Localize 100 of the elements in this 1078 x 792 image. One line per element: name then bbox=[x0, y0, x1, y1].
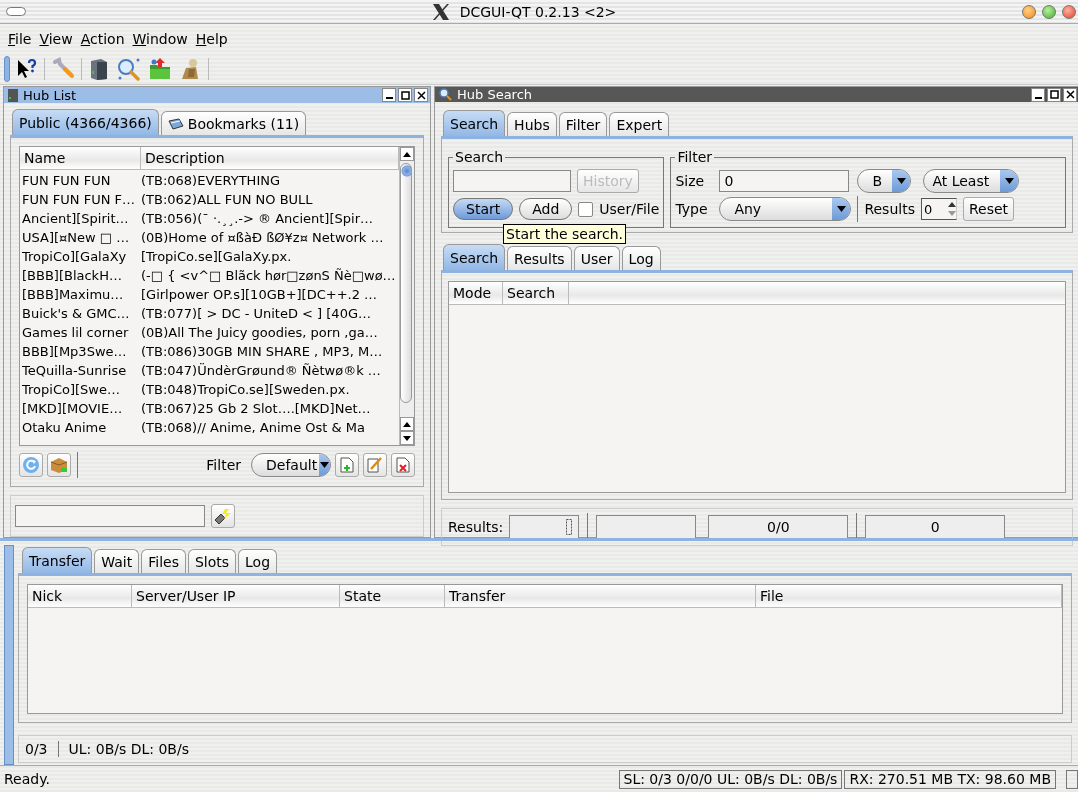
scroll-up-icon[interactable] bbox=[403, 151, 411, 157]
menu-item[interactable]: Window bbox=[128, 29, 192, 49]
new-filter-button[interactable] bbox=[335, 453, 359, 477]
filter-dropdown[interactable]: Default bbox=[251, 453, 331, 477]
window-menu-button[interactable] bbox=[6, 7, 26, 16]
slots-status: SL: 0/3 0/0/0 UL: 0B/s DL: 0B/s bbox=[618, 769, 843, 789]
unit-dropdown[interactable]: B bbox=[857, 169, 912, 193]
tab[interactable]: Public (4366/4366) bbox=[12, 109, 159, 135]
minimize-icon bbox=[1034, 96, 1042, 99]
table-cell-text: (TB:062)ALL FUN NO BULL bbox=[141, 192, 314, 207]
table-cell-text: [MKD][MOVIE… bbox=[21, 401, 124, 416]
table-cell-text: (TB:056)(¯ ·.¸¸.-> ® Ancient][Spir… bbox=[141, 211, 374, 226]
connect-button[interactable] bbox=[211, 504, 235, 528]
result-total: 0 bbox=[865, 515, 1006, 539]
type-label: Type bbox=[675, 201, 709, 217]
table-cell-text: [TropiCo.se][GalaXy.px. bbox=[141, 249, 293, 264]
column-header[interactable]: Mode bbox=[449, 282, 503, 304]
hub-address-field[interactable] bbox=[15, 505, 205, 527]
panel-title: Hub List bbox=[23, 87, 78, 103]
add-button[interactable]: Add bbox=[519, 198, 573, 220]
size-mode-dropdown[interactable]: At Least bbox=[923, 169, 1020, 193]
tab[interactable]: User bbox=[573, 246, 620, 270]
search-icon bbox=[439, 88, 452, 101]
caret-icon bbox=[320, 462, 330, 468]
refresh-icon bbox=[22, 456, 40, 474]
tab[interactable]: Hubs bbox=[507, 112, 557, 136]
table-cell-text: (TB:048)TropiCo.se][Sweden.px. bbox=[141, 382, 351, 397]
server-icon bbox=[8, 88, 18, 102]
tab[interactable]: Results bbox=[507, 246, 572, 270]
menu-item[interactable]: Help bbox=[191, 29, 232, 49]
close-icon bbox=[416, 90, 426, 100]
refresh-button[interactable] bbox=[19, 453, 43, 477]
menu-item[interactable]: View bbox=[35, 29, 77, 49]
column-header[interactable]: Nick bbox=[28, 585, 132, 607]
search-icon[interactable] bbox=[116, 57, 142, 81]
search-field[interactable] bbox=[453, 170, 571, 192]
close-icon bbox=[1065, 90, 1075, 99]
scroll-down-icon[interactable] bbox=[403, 435, 411, 441]
bracket-icon bbox=[566, 519, 573, 535]
scroll-up-icon[interactable] bbox=[403, 421, 411, 427]
edit-filter-button[interactable] bbox=[363, 453, 387, 477]
scrollbar[interactable] bbox=[399, 147, 414, 445]
maximize-button[interactable] bbox=[1047, 87, 1061, 102]
table-cell-text: TropiCo][GalaXy bbox=[21, 249, 128, 264]
filter-label: Filter bbox=[206, 457, 241, 473]
help-pointer-icon[interactable] bbox=[16, 58, 38, 80]
tab[interactable]: Search bbox=[443, 244, 506, 270]
scroll-thumb[interactable] bbox=[400, 163, 412, 403]
table-cell-text: FUN FUN FUN bbox=[21, 173, 112, 188]
tab[interactable]: Expert bbox=[609, 112, 670, 136]
checkbox[interactable] bbox=[578, 201, 594, 217]
menu-item[interactable]: File bbox=[4, 29, 36, 49]
tab[interactable]: Wait bbox=[94, 549, 140, 573]
traffic-status: RX: 270.51 MB TX: 98.60 MB bbox=[844, 769, 1056, 789]
column-header[interactable]: Search bbox=[503, 282, 569, 304]
table-cell-text: FUN FUN FUN F… bbox=[21, 192, 137, 207]
column-header[interactable]: Name bbox=[20, 147, 141, 169]
tab[interactable]: Files bbox=[141, 549, 186, 573]
menu-item[interactable]: Action bbox=[76, 29, 129, 49]
tab[interactable]: Filter bbox=[558, 112, 608, 136]
slot-count: 0/3 bbox=[25, 741, 48, 757]
minimize-button[interactable] bbox=[1031, 87, 1045, 102]
new-page-icon bbox=[340, 457, 354, 473]
minimize-button[interactable] bbox=[382, 88, 396, 102]
splitter-handle[interactable] bbox=[4, 545, 14, 765]
close-button[interactable] bbox=[1063, 87, 1077, 102]
start-button[interactable]: Start bbox=[453, 198, 514, 220]
toolbar-handle[interactable] bbox=[4, 56, 10, 82]
close-button[interactable] bbox=[414, 88, 428, 102]
tab[interactable]: Bookmarks (11) bbox=[160, 111, 307, 135]
result-count: 0/0 bbox=[708, 515, 849, 539]
column-header[interactable]: Transfer bbox=[445, 585, 756, 607]
tab[interactable]: Log bbox=[238, 549, 278, 573]
tab[interactable]: Slots bbox=[187, 549, 237, 573]
table-cell-text: TeQuilla-Sunrise bbox=[21, 363, 128, 378]
table-cell-text: [BBB][BlackH… bbox=[21, 268, 123, 283]
spin-arrows-icon[interactable] bbox=[947, 201, 956, 217]
maximize-button[interactable] bbox=[398, 88, 412, 102]
server-icon[interactable] bbox=[88, 57, 110, 81]
column-header[interactable]: State bbox=[340, 585, 445, 607]
delete-filter-button[interactable] bbox=[391, 453, 415, 477]
table-cell-text: [BBB]Maximu… bbox=[21, 287, 125, 302]
window-title: DCGUI-QT 0.2.13 <2> bbox=[459, 3, 617, 20]
results-spinbox[interactable]: 0 bbox=[920, 198, 957, 220]
group-title: Filter bbox=[676, 149, 714, 165]
column-header[interactable]: Server/User IP bbox=[132, 585, 340, 607]
bookmarks-icon bbox=[167, 116, 184, 131]
table-cell-text: (TB:077)[ > DC - UniteD < ] [40G… bbox=[141, 306, 372, 321]
table-cell-text: Games lil corner bbox=[21, 325, 130, 340]
tab[interactable]: Search bbox=[443, 110, 506, 136]
reset-button[interactable]: Reset bbox=[962, 197, 1015, 221]
table-cell-text: (-□ { <v^□ Blãck hør□zønS Ñè□wø… bbox=[141, 268, 397, 283]
tab[interactable]: Transfer bbox=[22, 547, 93, 573]
folder-icon[interactable] bbox=[148, 57, 172, 81]
add-hub-button[interactable] bbox=[47, 453, 71, 477]
tab[interactable]: Log bbox=[621, 246, 661, 270]
size-field[interactable]: 0 bbox=[719, 170, 850, 192]
plug-icon bbox=[213, 506, 233, 526]
column-header[interactable]: File bbox=[756, 585, 1062, 607]
type-dropdown[interactable]: Any bbox=[719, 197, 852, 221]
